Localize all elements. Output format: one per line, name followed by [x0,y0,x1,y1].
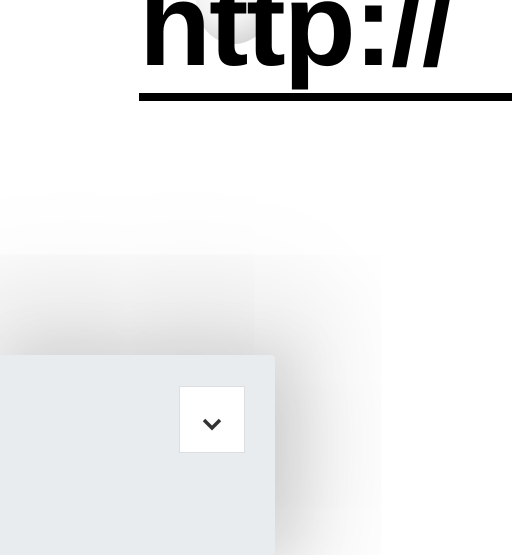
chevron-down-icon [201,403,223,436]
dropdown-panel [0,355,275,555]
expand-dropdown-button[interactable] [179,386,245,453]
url-link[interactable]: http:// [139,0,455,84]
link-underline [139,93,512,101]
